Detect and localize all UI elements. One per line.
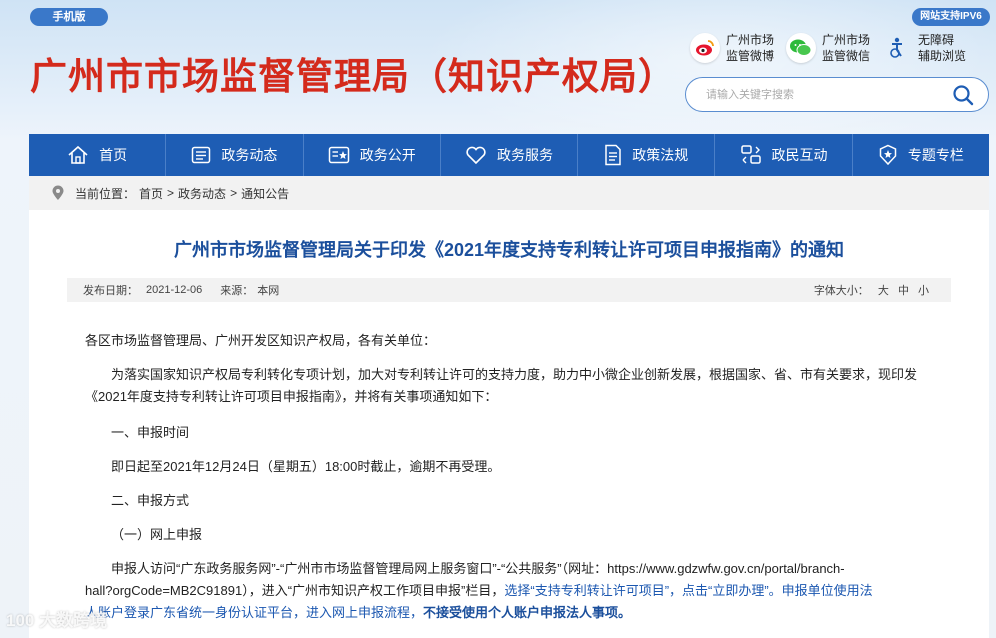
- nav-label: 政务动态: [221, 147, 278, 163]
- breadcrumb-news[interactable]: 政务动态: [178, 185, 226, 202]
- source-label: 来源：: [220, 285, 254, 297]
- apply-line-2-highlight: 选择“支持专利转让许可项目”，点击“立即办理”。申报单位使用法: [504, 583, 873, 598]
- wechat-label-1: 广州市场: [822, 33, 871, 47]
- watermark: 100 大数跨境: [6, 611, 108, 630]
- accessibility-label-2: 辅助浏览: [918, 49, 967, 63]
- nav-label: 政务服务: [496, 147, 553, 163]
- apply-line-3-bold: 不接受使用个人账户申报法人事项。: [423, 605, 632, 620]
- search-input[interactable]: [706, 86, 936, 104]
- date-label: 发布日期：: [83, 285, 138, 297]
- article-meta: 发布日期： 2021-12-06 来源： 本网 字体大小： 大 中 小: [67, 278, 951, 302]
- weibo-label-2: 监管微博: [726, 49, 775, 63]
- breadcrumb-separator: >: [230, 186, 238, 200]
- salutation: 各区市场监督管理局、广州开发区知识产权局，各有关单位：: [85, 333, 437, 348]
- nav-open-gov[interactable]: 政务公开: [304, 134, 441, 176]
- nav-label: 政务公开: [359, 147, 416, 163]
- source-value: 本网: [257, 285, 280, 297]
- nav-policy[interactable]: 政策法规: [578, 134, 716, 176]
- font-size-medium[interactable]: 中: [898, 285, 909, 297]
- badge-icon: [879, 144, 897, 166]
- nav-news[interactable]: 政务动态: [166, 134, 304, 176]
- nav-label: 专题专栏: [907, 147, 964, 163]
- search-icon[interactable]: [952, 84, 974, 106]
- weibo-link[interactable]: 广州市场 监管微博: [690, 32, 774, 64]
- accessibility-link[interactable]: 无障碍 辅助浏览: [882, 32, 966, 64]
- breadcrumb-separator: >: [167, 186, 175, 200]
- apply-line-2-text: hall?orgCode=MB2C91891），进入“广州市知识产权工作项目申报…: [85, 583, 505, 598]
- breadcrumb-notices[interactable]: 通知公告: [241, 185, 289, 202]
- nav-label: 政民互动: [771, 147, 828, 163]
- font-size-small[interactable]: 小: [918, 285, 929, 297]
- document-icon: [605, 144, 622, 166]
- accessibility-label-1: 无障碍: [918, 33, 955, 47]
- site-header: 手机版 网站支持IPV6 广州市市场监督管理局（知识产权局） 广州市场 监管微博: [0, 0, 996, 134]
- section-heading-1: 一、申报时间: [111, 425, 190, 440]
- intro-line-1: 为落实国家知识产权局专利转化专项计划，加大对专利转让许可的支持力度，助力中小微企…: [111, 367, 918, 382]
- search-box: [685, 77, 989, 112]
- mobile-version-link[interactable]: 手机版: [30, 8, 108, 26]
- publish-date: 2021-12-06: [146, 284, 203, 296]
- subsection-heading: （一）网上申报: [111, 527, 203, 542]
- nav-label: 首页: [99, 147, 128, 163]
- apply-line-3-text: 人账户登录广东省统一身份认证平台，进入网上申报流程，: [85, 605, 424, 620]
- nav-label: 政策法规: [632, 147, 689, 163]
- section-heading-2: 二、申报方式: [111, 493, 190, 508]
- main-nav: 首页 政务动态 政务公开 政务服务 政策法规 政民互动 专题专栏: [29, 134, 989, 176]
- ipv6-badge: 网站支持IPV6: [912, 8, 990, 26]
- apply-line-1: 申报人访问“广东政务服务网”-“广州市市场监督管理局网上服务窗口”-“公共服务”…: [111, 561, 845, 576]
- wechat-label-2: 监管微信: [822, 49, 871, 63]
- article-container: 当前位置： 首页 > 政务动态 > 通知公告 广州市市场监督管理局关于印发《20…: [29, 176, 989, 638]
- nav-interaction[interactable]: 政民互动: [715, 134, 853, 176]
- weibo-label-1: 广州市场: [726, 33, 775, 47]
- location-pin-icon: [52, 185, 64, 200]
- weibo-icon: [690, 33, 720, 63]
- heart-icon: [466, 146, 486, 165]
- apply-line-2: hall?orgCode=MB2C91891），进入“广州市知识产权工作项目申报…: [85, 580, 931, 602]
- site-title[interactable]: 广州市市场监督管理局（知识产权局）: [30, 46, 676, 100]
- home-icon: [68, 145, 88, 164]
- article-title: 广州市市场监督管理局关于印发《2021年度支持专利转让许可项目申报指南》的通知: [173, 240, 845, 260]
- apply-line-3: 人账户登录广东省统一身份认证平台，进入网上申报流程，不接受使用个人账户申报法人事…: [85, 602, 931, 624]
- wechat-icon: [786, 33, 816, 63]
- nav-home[interactable]: 首页: [29, 134, 167, 176]
- wechat-link[interactable]: 广州市场 监管微信: [786, 32, 870, 64]
- font-size-label: 字体大小：: [813, 285, 869, 297]
- news-icon: [192, 146, 211, 164]
- font-size-large[interactable]: 大: [878, 285, 889, 297]
- nav-special[interactable]: 专题专栏: [853, 134, 989, 176]
- nav-services[interactable]: 政务服务: [441, 134, 579, 176]
- deadline-text: 即日起至2021年12月24日（星期五）18:00时截止，逾期不再受理。: [111, 459, 501, 474]
- breadcrumb: 当前位置： 首页 > 政务动态 > 通知公告: [29, 176, 989, 210]
- accessibility-icon: [882, 33, 912, 63]
- breadcrumb-home[interactable]: 首页: [139, 185, 163, 202]
- open-gov-icon: [328, 146, 349, 164]
- font-size-controls: 字体大小： 大 中 小: [808, 282, 929, 298]
- intro-line-2: 《2021年度支持专利转让许可项目申报指南》，并将有关事项通知如下：: [85, 389, 498, 404]
- breadcrumb-prefix: 当前位置：: [75, 186, 136, 201]
- interaction-icon: [740, 145, 761, 164]
